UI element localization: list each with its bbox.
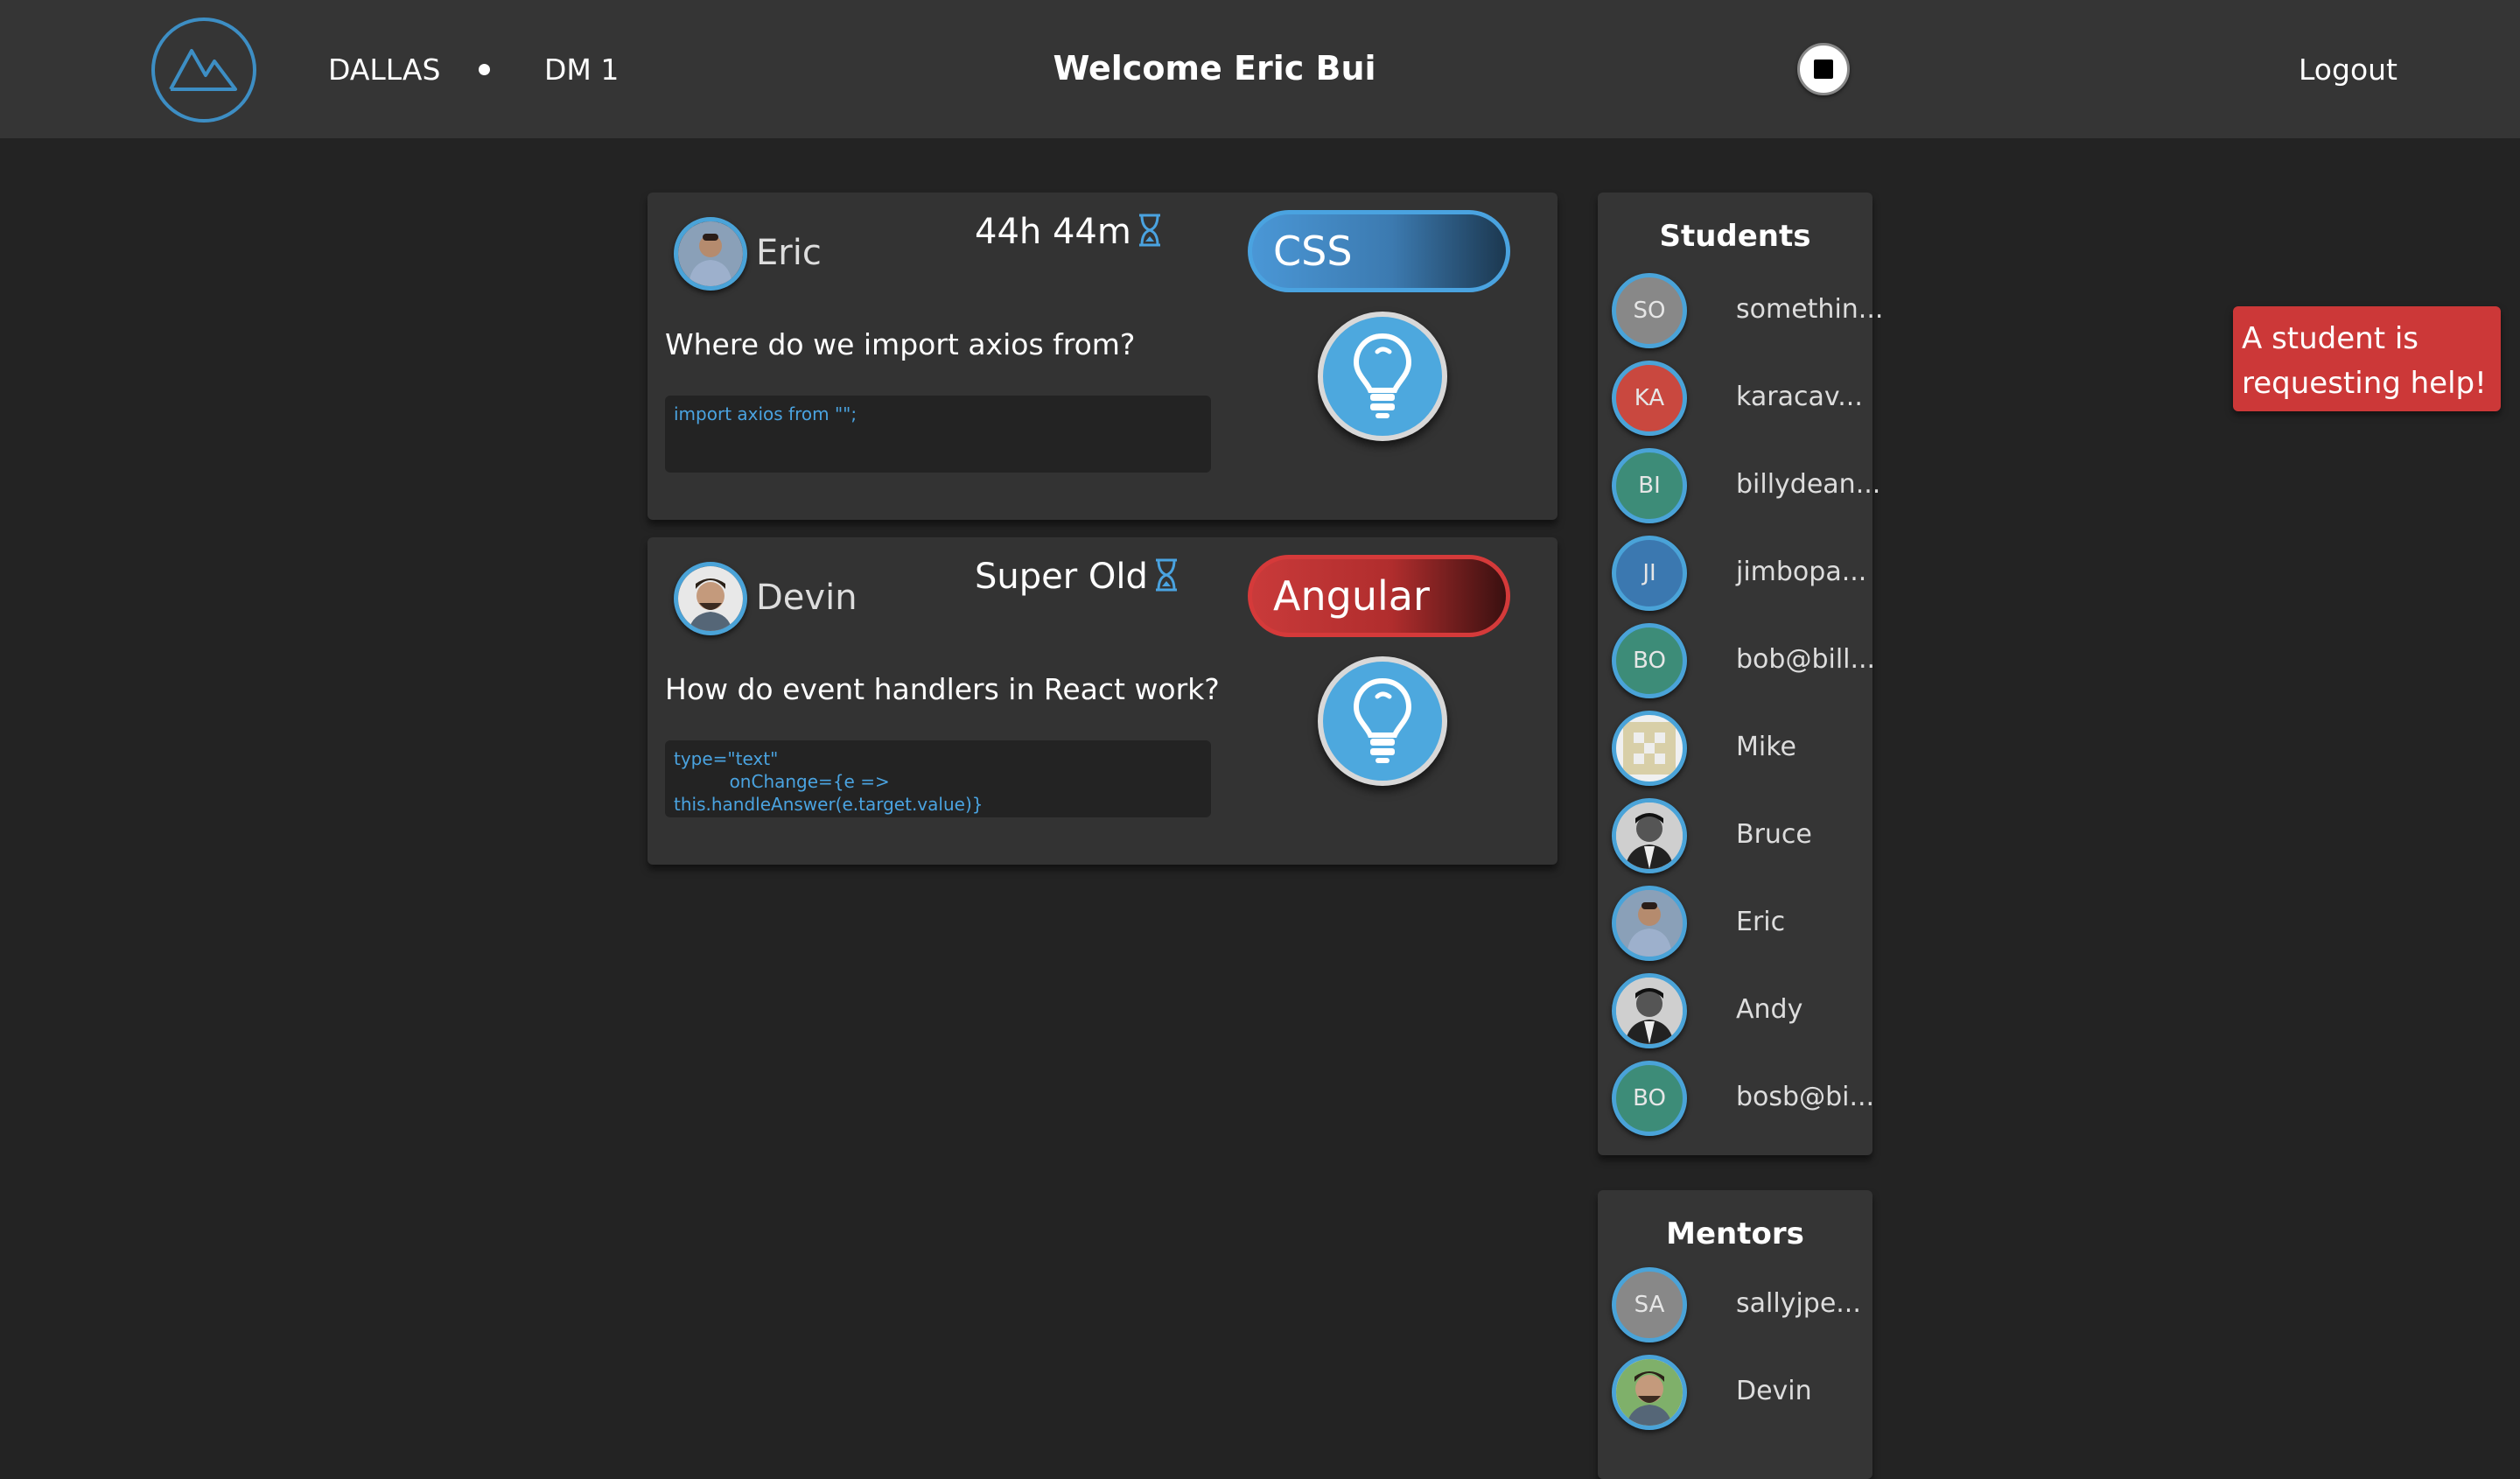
top-navbar: DALLAS DM 1 Welcome Eric Bui Logout xyxy=(0,0,2520,138)
mentor-name: Devin xyxy=(1736,1376,1812,1406)
avatar: KA xyxy=(1612,361,1687,436)
stop-button[interactable] xyxy=(1797,43,1850,95)
avatar: BI xyxy=(1612,448,1687,523)
list-item[interactable]: BI billydean... xyxy=(1612,448,1880,527)
help-request-toast[interactable]: A student is requesting help! xyxy=(2233,306,2501,411)
student-name: Andy xyxy=(1736,994,1803,1025)
list-item[interactable]: Andy xyxy=(1612,973,1866,1052)
student-name: Eric xyxy=(1736,907,1786,937)
list-item[interactable]: Devin xyxy=(1612,1355,1866,1433)
list-item[interactable]: JI jimbopa... xyxy=(1612,536,1866,614)
avatar: JI xyxy=(1612,536,1687,611)
student-name: jimbopa... xyxy=(1736,557,1867,587)
avatar xyxy=(1612,1355,1687,1430)
student-name: Eric xyxy=(756,233,822,273)
mentor-name: sallyjpe... xyxy=(1736,1288,1861,1319)
mentors-panel: Mentors SA sallyjpe... Devin xyxy=(1598,1190,1872,1479)
avatar: SO xyxy=(1612,273,1687,348)
help-button[interactable] xyxy=(1318,656,1447,786)
avatar xyxy=(1612,711,1687,786)
avatar xyxy=(1612,886,1687,961)
student-name: billydean... xyxy=(1736,469,1881,500)
list-item[interactable]: SO somethin... xyxy=(1612,273,1883,352)
question-text: How do event handlers in React work? xyxy=(665,672,1220,706)
list-item[interactable]: Eric xyxy=(1612,886,1866,964)
student-name: Mike xyxy=(1736,732,1796,762)
avatar xyxy=(674,217,747,291)
stop-icon xyxy=(1814,60,1833,79)
list-item[interactable]: Mike xyxy=(1612,711,1866,789)
avatar: BO xyxy=(1612,623,1687,698)
students-title: Students xyxy=(1659,219,1811,254)
student-name: Bruce xyxy=(1736,819,1812,850)
student-name: bob@bill... xyxy=(1736,644,1876,675)
student-name: Devin xyxy=(756,578,858,618)
welcome-title: Welcome Eric Bui xyxy=(1053,49,1376,88)
wait-time: Super Old xyxy=(975,557,1180,597)
list-item[interactable]: SA sallyjpe... xyxy=(1612,1267,1866,1346)
student-name: somethin... xyxy=(1736,294,1884,325)
code-snippet: type="text" onChange={e => this.handleAn… xyxy=(665,740,1211,817)
help-button[interactable] xyxy=(1318,312,1447,441)
list-item[interactable]: Bruce xyxy=(1612,798,1866,877)
help-request-card: Eric 44h 44m CSS Where do we import axio… xyxy=(648,193,1558,520)
mentors-title: Mentors xyxy=(1666,1216,1804,1251)
avatar xyxy=(1612,798,1687,873)
student-name: bosb@bi... xyxy=(1736,1082,1875,1112)
avatar: BO xyxy=(1612,1061,1687,1136)
lightbulb-icon xyxy=(1353,333,1412,418)
wait-time: 44h 44m xyxy=(975,212,1163,252)
lightbulb-icon xyxy=(1353,677,1412,763)
hourglass-icon xyxy=(1137,214,1163,247)
logout-button[interactable]: Logout xyxy=(2299,53,2398,87)
list-item[interactable]: BO bosb@bi... xyxy=(1612,1061,1874,1139)
students-panel: Students SO somethin... KA karacav... BI… xyxy=(1598,193,1883,1155)
help-request-card: Devin Super Old Angular How do event han… xyxy=(648,537,1558,865)
avatar: SA xyxy=(1612,1267,1687,1342)
wait-time-text: 44h 44m xyxy=(975,212,1131,252)
topic-tag[interactable]: CSS xyxy=(1248,210,1510,292)
wait-time-text: Super Old xyxy=(975,557,1148,597)
avatar xyxy=(1612,973,1687,1048)
avatar xyxy=(674,562,747,635)
code-snippet: import axios from ""; xyxy=(665,396,1211,473)
student-name: karacav... xyxy=(1736,382,1863,412)
list-item[interactable]: KA karacav... xyxy=(1612,361,1866,439)
hourglass-icon xyxy=(1153,558,1180,592)
question-text: Where do we import axios from? xyxy=(665,327,1136,361)
topic-tag[interactable]: Angular xyxy=(1248,555,1510,637)
list-item[interactable]: BO bob@bill... xyxy=(1612,623,1875,702)
